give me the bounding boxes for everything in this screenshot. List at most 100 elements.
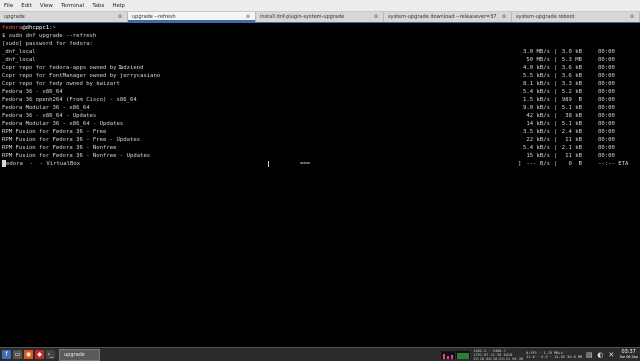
- repo-name: Fedora 36 - x86_64: [2, 89, 63, 95]
- repo-name: Fedora 36 - x86_64 - Updates: [2, 113, 97, 119]
- tab-label: upgrade --refresh: [132, 14, 176, 20]
- repo-size: 3.0 kB: [561, 49, 582, 55]
- repo-row: Copr repo for FontManager owned by jerry…: [0, 72, 640, 80]
- column-separator: |: [554, 73, 558, 79]
- files-icon[interactable]: ▭: [13, 350, 22, 359]
- column-separator: |: [554, 57, 558, 63]
- repo-row: RPM Fusion for Fedora 36 - Nonfree - Upd…: [0, 152, 640, 160]
- close-session-icon[interactable]: ✕: [607, 351, 615, 359]
- repo-name: Copr repo for fedora-apps owned by adzie…: [2, 65, 144, 71]
- tab-close-icon[interactable]: ⊗: [373, 12, 379, 22]
- clock-time: 03:37: [621, 348, 636, 355]
- repo-row: RPM Fusion for Fedora 36 - Free - Update…: [0, 136, 640, 144]
- clock[interactable]: 03:37 Tue 06 Sep: [619, 348, 638, 360]
- prompt-user: fedora: [2, 25, 23, 31]
- menu-item-view[interactable]: View: [36, 3, 57, 9]
- repo-size: 5.1 kB: [561, 121, 582, 127]
- progress-bar: ===: [300, 161, 311, 167]
- repo-name: Fedora Modular 36 - x86_64 - Updates: [2, 121, 124, 127]
- menu-item-edit[interactable]: Edit: [17, 3, 36, 9]
- repo-rate: 4.0 kB/s: [523, 65, 550, 71]
- repo-eta: 00:00: [598, 145, 615, 151]
- repo-rate: 14 kB/s: [526, 121, 550, 127]
- volume-icon[interactable]: ◐: [596, 351, 604, 359]
- repo-size: 11 kB: [565, 153, 582, 159]
- repo-row: Fedora 36 - x86_64 - Updates 42 kB/s | 38 k…: [0, 112, 640, 120]
- tab-4[interactable]: system-upgrade reboot ⊗: [512, 12, 640, 22]
- repo-size: 2.4 kB: [561, 129, 582, 135]
- app-icon[interactable]: ◆: [35, 350, 44, 359]
- fedora-menu-icon[interactable]: f: [2, 350, 11, 359]
- repo-eta: 00:00: [598, 57, 615, 63]
- repo-size: 38 kB: [565, 113, 582, 119]
- repo-eta: 00:00: [598, 89, 615, 95]
- repo-size: 11 kB: [565, 137, 582, 143]
- column-separator: |: [554, 97, 558, 103]
- repo-eta: 00:00: [598, 121, 615, 127]
- column-separator: |: [554, 105, 558, 111]
- current-eta: --:-- ETA: [598, 161, 629, 167]
- repo-size: 5.3 MB: [561, 57, 582, 63]
- repo-row: Fedora 36 - x86_64 5.4 kB/s | 5.2 kB 00:00: [0, 88, 640, 96]
- repo-name: RPM Fusion for Fedora 36 - Nonfree - Upd…: [2, 153, 151, 159]
- tab-label: system-upgrade download --releasever=37: [388, 14, 497, 20]
- repo-rate: 22 kB/s: [526, 137, 550, 143]
- column-separator: |: [554, 49, 558, 55]
- repo-row: RPM Fusion for Fedora 36 - Free 3.5 kB/s |…: [0, 128, 640, 136]
- tab-0[interactable]: upgrade ⊗: [0, 12, 128, 22]
- mouse-pointer-icon: ⌶: [118, 64, 122, 71]
- column-separator: |: [554, 89, 558, 95]
- column-separator: |: [554, 145, 558, 151]
- repo-row: Copr repo for fedora-apps owned by adzie…: [0, 64, 640, 72]
- taskbar: f ▭ ◉ ◆ ›_ upgrade 1462.2 · 2460.7 1751.8…: [0, 347, 640, 361]
- tab-1[interactable]: upgrade --refresh ⊗: [128, 12, 256, 22]
- repo-eta: 00:00: [598, 153, 615, 159]
- repo-name: _dnf_local: [2, 49, 36, 55]
- terminal-output[interactable]: fedora@dhcppc1:~ $ sudo dnf upgrade --re…: [0, 24, 640, 344]
- repo-row: _dnf_local 50 MB/s | 5.3 MB 00:00: [0, 56, 640, 64]
- firefox-icon[interactable]: ◉: [24, 350, 33, 359]
- prompt-line: fedora@dhcppc1:~: [2, 24, 56, 32]
- column-separator: |: [554, 121, 558, 127]
- current-rate: --- B/s: [526, 161, 550, 167]
- command-line: $ sudo dnf upgrade --refresh: [2, 33, 97, 39]
- repo-name: Copr repo for FontManager owned by jerry…: [2, 73, 161, 79]
- repo-rate: 1.5 kB/s: [523, 97, 550, 103]
- repo-name: RPM Fusion for Fedora 36 - Free: [2, 129, 107, 135]
- repo-eta: 00:00: [598, 81, 615, 87]
- menu-item-file[interactable]: File: [0, 3, 17, 9]
- tab-close-icon[interactable]: ⊗: [501, 12, 507, 22]
- tab-close-icon[interactable]: ⊗: [117, 12, 123, 22]
- repo-rate: 50 MB/s: [526, 57, 550, 63]
- terminal-icon[interactable]: ›_: [46, 350, 55, 359]
- repo-row: Fedora 36 openh264 (From Cisco) - x86_64…: [0, 96, 640, 104]
- tab-label: install dnf-plugin-system-upgrade: [260, 14, 345, 20]
- network-icon[interactable]: ▤: [585, 351, 593, 359]
- system-stats-2: 0:3P1 · 1-19 MB/s 11.6 · 6.9 · 14.62 30.6…: [526, 351, 582, 359]
- column-separator: |: [554, 65, 558, 71]
- repo-rate: 3.5 kB/s: [523, 129, 550, 135]
- tab-close-icon[interactable]: ⊗: [245, 12, 251, 22]
- column-separator: |: [554, 81, 558, 87]
- column-separator: |: [554, 137, 558, 143]
- tab-3[interactable]: system-upgrade download --releasever=37 ⊗: [384, 12, 512, 22]
- repo-eta: 00:00: [598, 113, 615, 119]
- repo-eta: 00:00: [598, 65, 615, 71]
- menu-item-terminal[interactable]: Terminal: [57, 3, 88, 9]
- repo-name: RPM Fusion for Fedora 36 - Nonfree: [2, 145, 117, 151]
- repo-row: RPM Fusion for Fedora 36 - Nonfree 5.4 kB…: [0, 144, 640, 152]
- column-separator: |: [554, 153, 558, 159]
- taskbar-terminal-task[interactable]: upgrade: [59, 348, 100, 361]
- repo-size: 5.1 kB: [561, 105, 582, 111]
- cpu-graph-icon: [441, 350, 456, 359]
- repo-name: RPM Fusion for Fedora 36 - Free - Update…: [2, 137, 141, 143]
- menu-bar: File Edit View Terminal Tabs Help: [0, 0, 640, 12]
- repo-size: 3.6 kB: [561, 65, 582, 71]
- repo-size: 5.2 kB: [561, 89, 582, 95]
- menu-item-help[interactable]: Help: [108, 3, 129, 9]
- tab-2[interactable]: install dnf-plugin-system-upgrade ⊗: [256, 12, 384, 22]
- menu-item-tabs[interactable]: Tabs: [88, 3, 108, 9]
- prompt-host: @dhcppc1: [22, 25, 50, 31]
- tab-close-icon[interactable]: ⊗: [629, 12, 635, 22]
- repo-row: _dnf_local 3.0 MB/s | 3.0 kB 00:00: [0, 48, 640, 56]
